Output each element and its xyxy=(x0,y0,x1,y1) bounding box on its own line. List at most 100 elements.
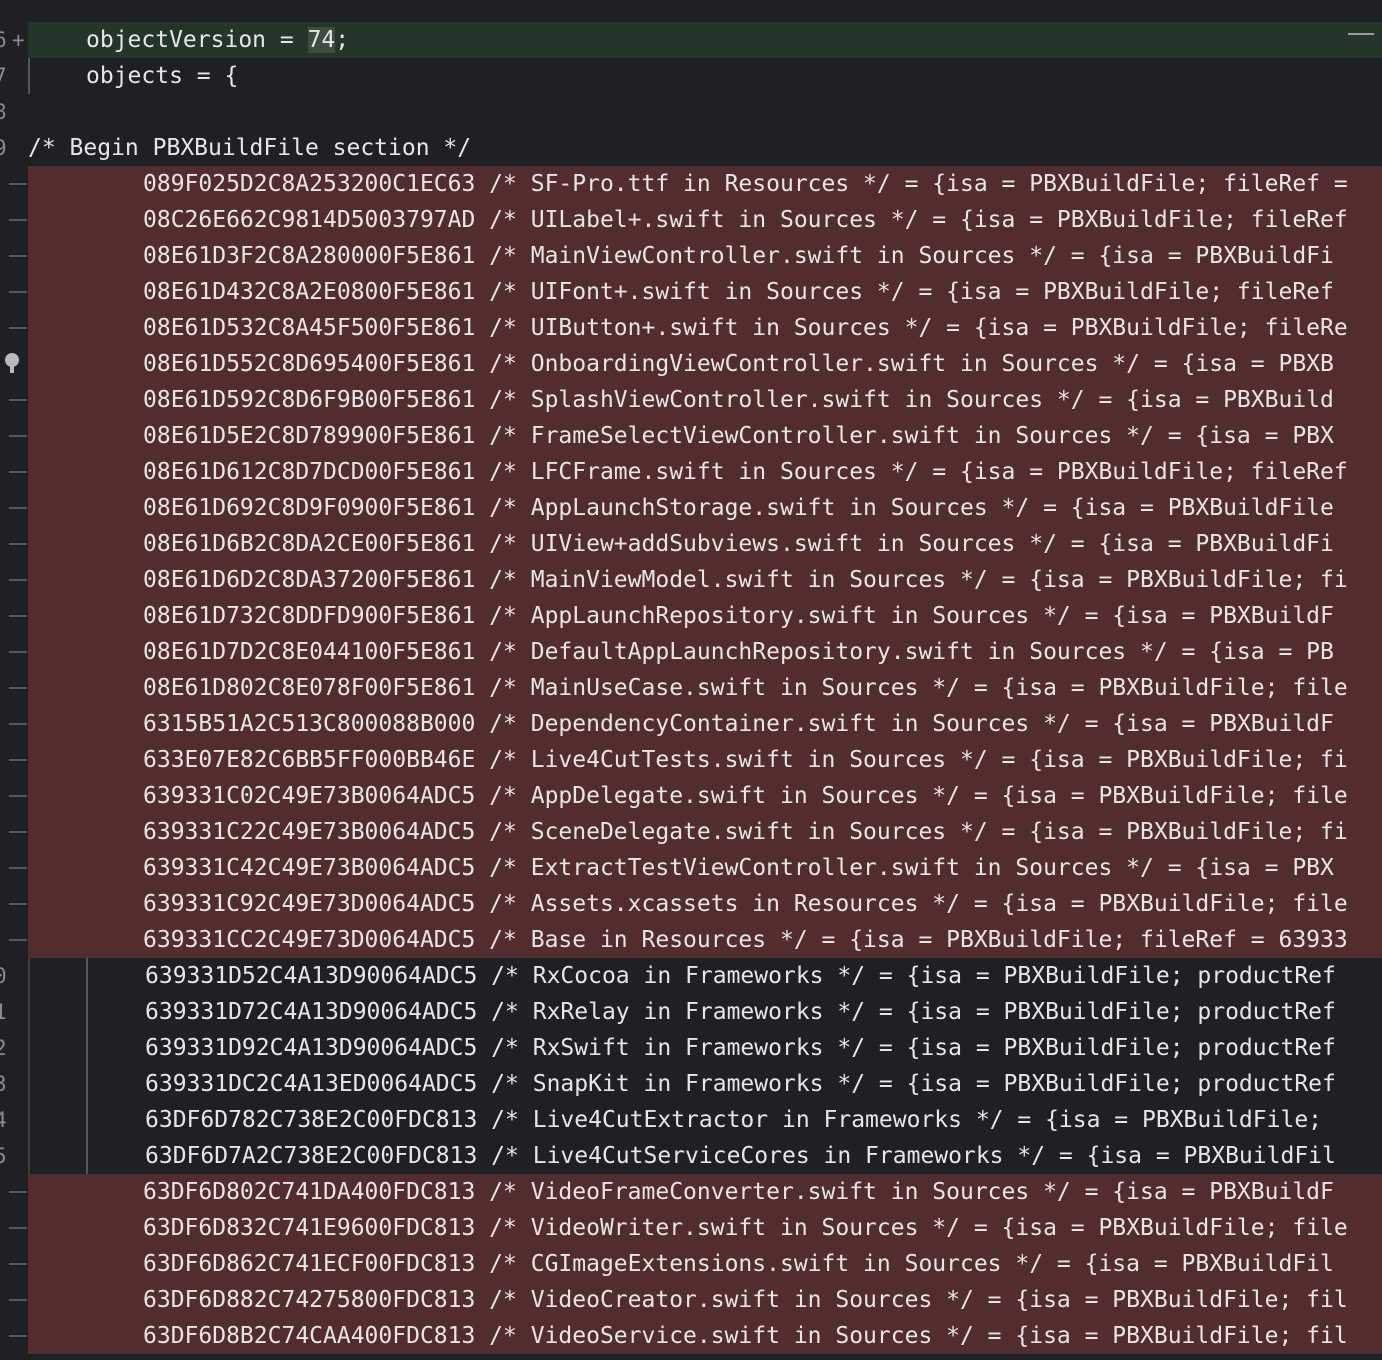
code-line[interactable]: 08E61D5E2C8D789900F5E861 /* FrameSelectV… xyxy=(0,418,1382,454)
code-line[interactable]: 639331C92C49E73D0064ADC5 /* Assets.xcass… xyxy=(0,886,1382,922)
line-gutter[interactable] xyxy=(0,814,28,850)
line-gutter[interactable]: 7 xyxy=(0,58,28,94)
line-content[interactable]: 08E61D3F2C8A280000F5E861 /* MainViewCont… xyxy=(28,238,1382,274)
code-line[interactable]: 633E07E82C6BB5FF000BB46E /* Live4CutTest… xyxy=(0,742,1382,778)
line-content[interactable]: 63DF6D782C738E2C00FDC813 /* Live4CutExtr… xyxy=(28,1102,1382,1138)
line-content[interactable]: 63DF6D832C741E9600FDC813 /* VideoWriter.… xyxy=(28,1210,1382,1246)
code-line[interactable]: 08E61D7D2C8E044100F5E861 /* DefaultAppLa… xyxy=(0,634,1382,670)
line-content[interactable]: 08E61D732C8DDFD900F5E861 /* AppLaunchRep… xyxy=(28,598,1382,634)
code-line[interactable]: 63DF6D832C741E9600FDC813 /* VideoWriter.… xyxy=(0,1210,1382,1246)
line-content[interactable]: 639331C02C49E73B0064ADC5 /* AppDelegate.… xyxy=(28,778,1382,814)
line-content[interactable]: 639331D72C4A13D90064ADC5 /* RxRelay in F… xyxy=(28,994,1382,1030)
minimap-marker[interactable] xyxy=(1348,33,1374,35)
code-line[interactable]: 9 /* Begin PBXBuildFile section */ xyxy=(0,130,1382,166)
code-line[interactable]: 639331C42C49E73B0064ADC5 /* ExtractTestV… xyxy=(0,850,1382,886)
line-gutter[interactable]: 4 xyxy=(0,1102,28,1138)
code-line[interactable]: 7 objects = { xyxy=(0,58,1382,94)
line-gutter[interactable] xyxy=(0,634,28,670)
code-line[interactable]: 2 639331D92C4A13D90064ADC5 /* RxSwift in … xyxy=(0,1030,1382,1066)
code-line[interactable]: 639331CC2C49E73D0064ADC5 /* Base in Reso… xyxy=(0,922,1382,958)
line-content[interactable]: objectVersion = 74; xyxy=(28,22,1382,58)
code-line[interactable]: 639331C02C49E73B0064ADC5 /* AppDelegate.… xyxy=(0,778,1382,814)
line-gutter[interactable] xyxy=(0,202,28,238)
code-editor[interactable]: 6 + objectVersion = 74; 7 objects = {8 9 /* Be… xyxy=(0,0,1382,1360)
code-line[interactable]: 08E61D6B2C8DA2CE00F5E861 /* UIView+addSu… xyxy=(0,526,1382,562)
line-gutter[interactable]: 6 + xyxy=(0,22,28,58)
code-line[interactable]: 63DF6D8B2C74CAA400FDC813 /* VideoService… xyxy=(0,1318,1382,1354)
line-content[interactable]: 633E07E82C6BB5FF000BB46E /* Live4CutTest… xyxy=(28,742,1382,778)
line-gutter[interactable] xyxy=(0,1246,28,1282)
code-line[interactable]: 08E61D532C8A45F500F5E861 /* UIButton+.sw… xyxy=(0,310,1382,346)
line-gutter[interactable] xyxy=(0,1210,28,1246)
line-gutter[interactable] xyxy=(0,526,28,562)
line-gutter[interactable]: 5 xyxy=(0,1138,28,1174)
line-content[interactable]: 08C26E662C9814D5003797AD /* UILabel+.swi… xyxy=(28,202,1382,238)
line-gutter[interactable]: 9 xyxy=(0,130,28,166)
line-content[interactable]: 08E61D6B2C8DA2CE00F5E861 /* UIView+addSu… xyxy=(28,526,1382,562)
code-line[interactable]: 08E61D802C8E078F00F5E861 /* MainUseCase.… xyxy=(0,670,1382,706)
line-content[interactable]: 08E61D7D2C8E044100F5E861 /* DefaultAppLa… xyxy=(28,634,1382,670)
line-gutter[interactable] xyxy=(0,166,28,202)
line-gutter[interactable]: 0 xyxy=(0,958,28,994)
line-content[interactable]: 63DF6D7A2C738E2C00FDC813 /* Live4CutServ… xyxy=(28,1138,1382,1174)
line-content[interactable]: 08E61D552C8D695400F5E861 /* OnboardingVi… xyxy=(28,346,1382,382)
line-content[interactable]: 639331D52C4A13D90064ADC5 /* RxCocoa in F… xyxy=(28,958,1382,994)
line-content[interactable]: objects = { xyxy=(28,58,1382,94)
line-content[interactable]: 08E61D6D2C8DA37200F5E861 /* MainViewMode… xyxy=(28,562,1382,598)
code-line[interactable]: 63DF6D862C741ECF00FDC813 /* CGImageExten… xyxy=(0,1246,1382,1282)
line-content[interactable]: 6315B51A2C513C800088B000 /* DependencyCo… xyxy=(28,706,1382,742)
line-content[interactable]: 08E61D802C8E078F00F5E861 /* MainUseCase.… xyxy=(28,670,1382,706)
line-gutter[interactable] xyxy=(0,274,28,310)
code-line[interactable]: 08E61D692C8D9F0900F5E861 /* AppLaunchSto… xyxy=(0,490,1382,526)
line-gutter[interactable] xyxy=(0,922,28,958)
code-line[interactable]: 08E61D732C8DDFD900F5E861 /* AppLaunchRep… xyxy=(0,598,1382,634)
code-line[interactable]: 4 63DF6D782C738E2C00FDC813 /* Live4CutExt… xyxy=(0,1102,1382,1138)
code-line[interactable]: 0 639331D52C4A13D90064ADC5 /* RxCocoa in … xyxy=(0,958,1382,994)
code-line[interactable]: 08E61D432C8A2E0800F5E861 /* UIFont+.swif… xyxy=(0,274,1382,310)
code-line[interactable]: 08E61D3F2C8A280000F5E861 /* MainViewCont… xyxy=(0,238,1382,274)
line-content[interactable]: 639331C42C49E73B0064ADC5 /* ExtractTestV… xyxy=(28,850,1382,886)
code-line[interactable]: 6 + objectVersion = 74; xyxy=(0,22,1382,58)
line-gutter[interactable] xyxy=(0,382,28,418)
line-gutter[interactable] xyxy=(0,886,28,922)
line-gutter[interactable] xyxy=(0,418,28,454)
line-gutter[interactable]: 3 xyxy=(0,1066,28,1102)
line-content[interactable]: 63DF6D862C741ECF00FDC813 /* CGImageExten… xyxy=(28,1246,1382,1282)
line-gutter[interactable]: 1 xyxy=(0,994,28,1030)
code-line[interactable]: 08E61D6D2C8DA37200F5E861 /* MainViewMode… xyxy=(0,562,1382,598)
line-content[interactable]: 089F025D2C8A253200C1EC63 /* SF-Pro.ttf i… xyxy=(28,166,1382,202)
code-line[interactable]: 3 639331DC2C4A13ED0064ADC5 /* SnapKit in … xyxy=(0,1066,1382,1102)
code-line[interactable]: 08E61D592C8D6F9B00F5E861 /* SplashViewCo… xyxy=(0,382,1382,418)
code-line[interactable]: 08E61D552C8D695400F5E861 /* OnboardingVi… xyxy=(0,346,1382,382)
code-line[interactable]: 08E61D612C8D7DCD00F5E861 /* LFCFrame.swi… xyxy=(0,454,1382,490)
code-line[interactable]: 5 63DF6D7A2C738E2C00FDC813 /* Live4CutSer… xyxy=(0,1138,1382,1174)
code-line[interactable]: 8 xyxy=(0,94,1382,130)
line-gutter[interactable] xyxy=(0,454,28,490)
line-gutter[interactable] xyxy=(0,670,28,706)
code-line[interactable]: 1 639331D72C4A13D90064ADC5 /* RxRelay in … xyxy=(0,994,1382,1030)
line-content[interactable]: 639331C22C49E73B0064ADC5 /* SceneDelegat… xyxy=(28,814,1382,850)
line-content[interactable]: 639331D92C4A13D90064ADC5 /* RxSwift in F… xyxy=(28,1030,1382,1066)
line-gutter[interactable] xyxy=(0,706,28,742)
line-gutter[interactable] xyxy=(0,238,28,274)
line-content[interactable]: 63DF6D802C741DA400FDC813 /* VideoFrameCo… xyxy=(28,1174,1382,1210)
code-line[interactable]: 08C26E662C9814D5003797AD /* UILabel+.swi… xyxy=(0,202,1382,238)
line-content[interactable]: 08E61D612C8D7DCD00F5E861 /* LFCFrame.swi… xyxy=(28,454,1382,490)
line-gutter[interactable] xyxy=(0,598,28,634)
code-line[interactable]: 63DF6D802C741DA400FDC813 /* VideoFrameCo… xyxy=(0,1174,1382,1210)
line-content[interactable]: 08E61D432C8A2E0800F5E861 /* UIFont+.swif… xyxy=(28,274,1382,310)
code-line[interactable]: 089F025D2C8A253200C1EC63 /* SF-Pro.ttf i… xyxy=(0,166,1382,202)
line-content[interactable]: 63DF6D882C74275800FDC813 /* VideoCreator… xyxy=(28,1282,1382,1318)
line-gutter[interactable] xyxy=(0,490,28,526)
line-gutter[interactable] xyxy=(0,346,28,382)
line-content[interactable]: 08E61D692C8D9F0900F5E861 /* AppLaunchSto… xyxy=(28,490,1382,526)
line-content[interactable]: 08E61D532C8A45F500F5E861 /* UIButton+.sw… xyxy=(28,310,1382,346)
line-gutter[interactable] xyxy=(0,1282,28,1318)
line-content[interactable]: 08E61D592C8D6F9B00F5E861 /* SplashViewCo… xyxy=(28,382,1382,418)
code-line[interactable]: 6315B51A2C513C800088B000 /* DependencyCo… xyxy=(0,706,1382,742)
line-content[interactable] xyxy=(28,94,1382,130)
line-content[interactable]: 63DF6D8B2C74CAA400FDC813 /* VideoService… xyxy=(28,1318,1382,1354)
line-gutter[interactable] xyxy=(0,850,28,886)
line-content[interactable]: 639331C92C49E73D0064ADC5 /* Assets.xcass… xyxy=(28,886,1382,922)
line-gutter[interactable]: 8 xyxy=(0,94,28,130)
